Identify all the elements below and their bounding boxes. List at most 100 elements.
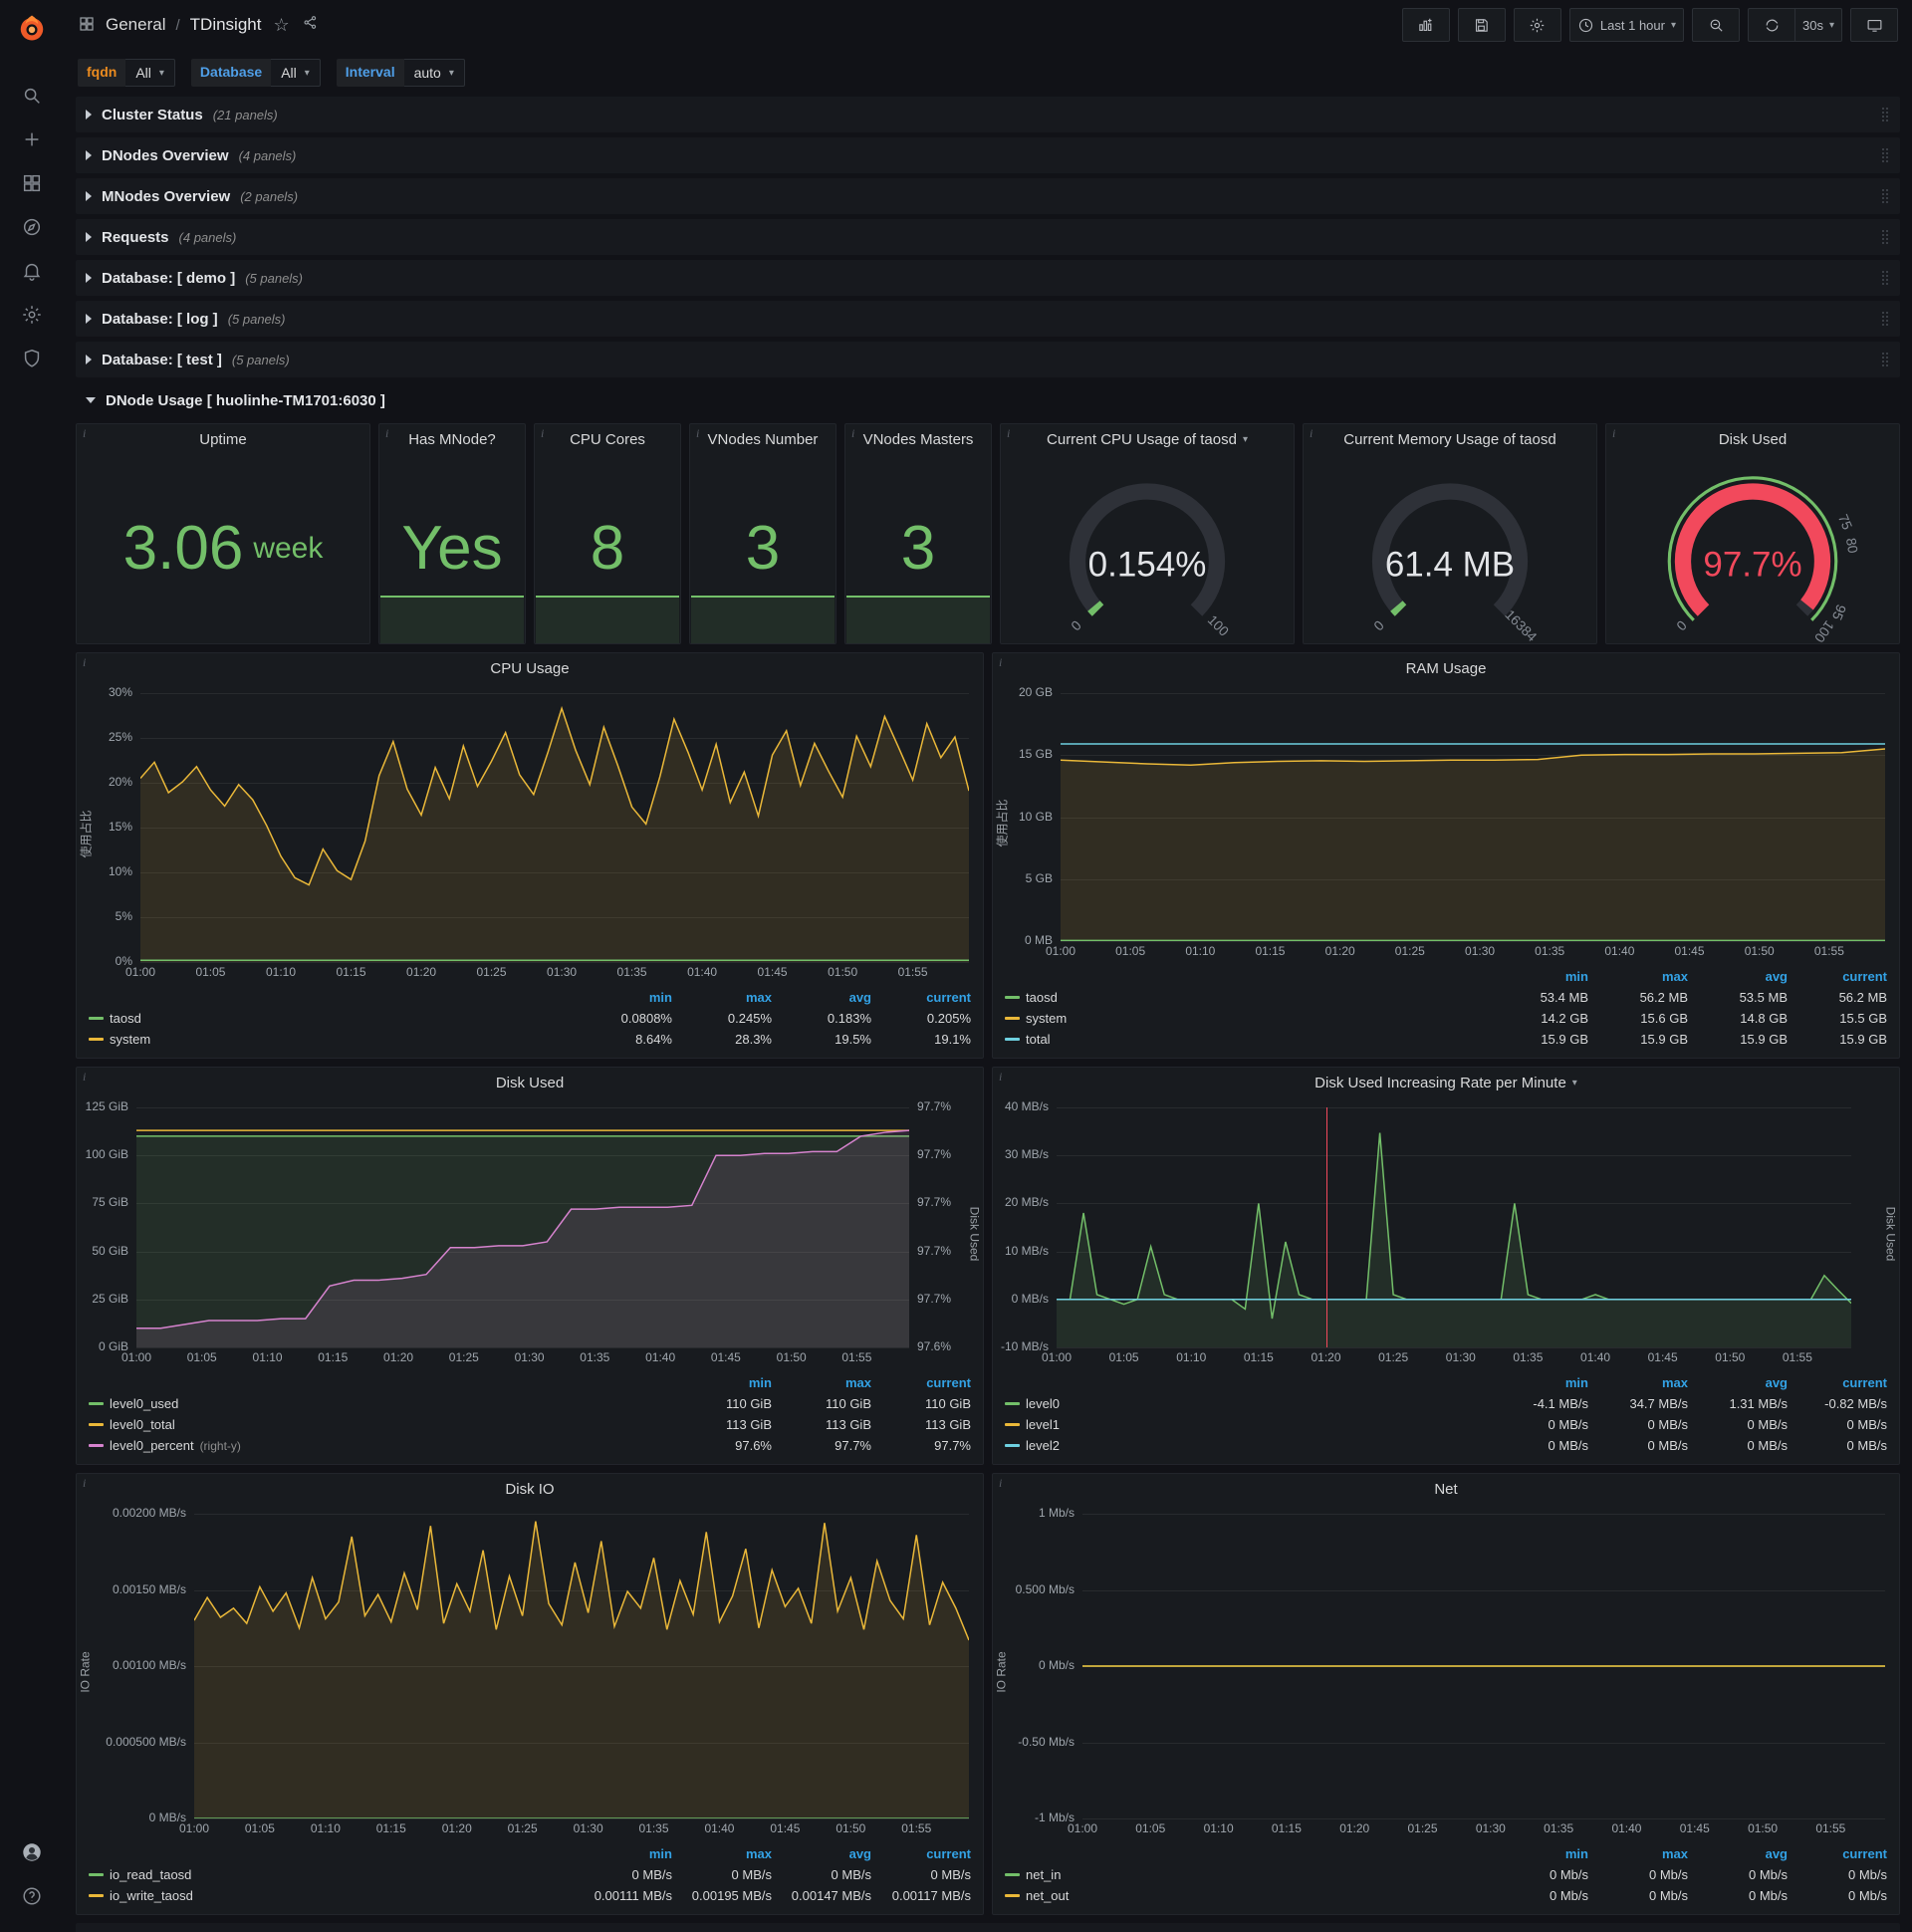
panel-title[interactable]: Uptime (199, 431, 247, 448)
refresh-interval-select[interactable]: 30s ▾ (1794, 8, 1842, 42)
legend-series-name[interactable]: taosd (110, 1011, 141, 1026)
legend-col-current[interactable]: current (871, 1846, 971, 1861)
legend-col-max[interactable]: max (672, 1846, 772, 1861)
panel-info-icon[interactable]: i (851, 426, 854, 441)
row-drag-handle[interactable] (1880, 270, 1890, 286)
legend-series-name[interactable]: io_write_taosd (110, 1888, 193, 1903)
panel-title[interactable]: Current Memory Usage of taosd (1343, 431, 1555, 448)
variable-interval-label[interactable]: Interval (336, 59, 404, 87)
panel-info-icon[interactable]: i (83, 1476, 86, 1491)
legend-series-name[interactable]: system (110, 1032, 150, 1047)
legend-series-name[interactable]: level0_used (110, 1396, 178, 1411)
panel-info-icon[interactable]: i (999, 1476, 1002, 1491)
user-avatar[interactable] (10, 1830, 54, 1874)
panel-title[interactable]: Disk IO (505, 1481, 554, 1498)
dashboards-icon[interactable] (10, 161, 54, 205)
legend-col-max[interactable]: max (672, 990, 772, 1005)
legend-series-name[interactable]: level0_percent (110, 1438, 194, 1453)
row-drag-handle[interactable] (1880, 229, 1890, 245)
zoom-out-button[interactable] (1692, 8, 1740, 42)
variable-interval-value[interactable]: auto ▾ (403, 59, 465, 87)
legend-col-avg[interactable]: avg (1688, 1375, 1788, 1390)
panel-title[interactable]: RAM Usage (1406, 660, 1487, 677)
panel-menu-caret[interactable]: ▾ (1243, 434, 1248, 445)
legend-series-name[interactable]: net_out (1026, 1888, 1069, 1903)
plot-wrap[interactable]: 0 MB 5 GB 10 GB 15 GB 20 GB 01:00 01:05 01:10 01… (1011, 683, 1899, 963)
refresh-button[interactable] (1748, 8, 1794, 42)
legend-series-name[interactable]: total (1026, 1032, 1051, 1047)
plot-wrap[interactable]: 0 MB/s 0.000500 MB/s 0.00100 MB/s 0.00150 M… (95, 1504, 983, 1840)
alerting-bell-icon[interactable] (10, 249, 54, 293)
search-icon[interactable] (10, 74, 54, 118)
row-mnodes-overview[interactable]: MNodes Overview (2 panels) (76, 178, 1900, 214)
legend-col-max[interactable]: max (1588, 1375, 1688, 1390)
panel-info-icon[interactable]: i (83, 1070, 86, 1085)
plot-wrap[interactable]: -10 MB/s 0 MB/s 10 MB/s 20 MB/s 30 MB/s 40 MB… (993, 1097, 1881, 1369)
legend-col-max[interactable]: max (1588, 1846, 1688, 1861)
legend-col-min[interactable]: min (672, 1375, 772, 1390)
row-login-history[interactable]: Login History(1 panel) (76, 1923, 1900, 1932)
plot-wrap[interactable]: -1 Mb/s -0.50 Mb/s 0 Mb/s 0.500 Mb/s 1 Mb/s 0… (1011, 1504, 1899, 1840)
variable-database-value[interactable]: All ▾ (271, 59, 321, 87)
share-icon[interactable] (302, 14, 319, 36)
plot-wrap[interactable]: 0 GiB 25 GiB 50 GiB 75 GiB 100 GiB 125 GiB 97.… (77, 1097, 965, 1369)
legend-col-min[interactable]: min (1489, 1375, 1588, 1390)
panel-info-icon[interactable]: i (999, 1070, 1002, 1085)
panel-title[interactable]: Disk Used (1719, 431, 1787, 448)
legend-col-min[interactable]: min (1489, 969, 1588, 984)
legend-col-current[interactable]: current (1788, 1375, 1887, 1390)
legend-col-current[interactable]: current (871, 990, 971, 1005)
legend-col-current[interactable]: current (1788, 1846, 1887, 1861)
panel-title[interactable]: Disk Used (496, 1075, 564, 1091)
panel-info-icon[interactable]: i (83, 426, 86, 441)
legend-series-name[interactable]: level2 (1026, 1438, 1060, 1453)
legend-col-avg[interactable]: avg (772, 990, 871, 1005)
panel-title[interactable]: Has MNode? (408, 431, 496, 448)
row-database-log[interactable]: Database: [ log ] (5 panels) (76, 301, 1900, 337)
save-dashboard-button[interactable] (1457, 8, 1506, 42)
panel-title[interactable]: Disk Used Increasing Rate per Minute (1314, 1075, 1566, 1091)
legend-series-name[interactable]: system (1026, 1011, 1067, 1026)
panel-info-icon[interactable]: i (999, 655, 1002, 670)
row-drag-handle[interactable] (1880, 188, 1890, 204)
legend-series-name[interactable]: net_in (1026, 1867, 1061, 1882)
legend-series-name[interactable]: level0_total (110, 1417, 175, 1432)
configuration-gear-icon[interactable] (10, 293, 54, 337)
panel-info-icon[interactable]: i (1612, 426, 1615, 441)
row-dnode-usage[interactable]: DNode Usage [ huolinhe-TM1701:6030 ] (76, 382, 1900, 418)
panel-title[interactable]: Current CPU Usage of taosd (1047, 431, 1237, 448)
panel-info-icon[interactable]: i (541, 426, 544, 441)
legend-col-avg[interactable]: avg (1688, 969, 1788, 984)
variable-database-label[interactable]: Database (190, 59, 272, 87)
legend-col-avg[interactable]: avg (772, 1846, 871, 1861)
variable-fqdn-label[interactable]: fqdn (78, 59, 126, 87)
time-range-picker[interactable]: Last 1 hour ▾ (1568, 8, 1684, 42)
row-database-test[interactable]: Database: [ test ] (5 panels) (76, 342, 1900, 377)
panel-info-icon[interactable]: i (1007, 426, 1010, 441)
panel-title[interactable]: CPU Usage (490, 660, 569, 677)
panel-info-icon[interactable]: i (696, 426, 699, 441)
create-plus-icon[interactable] (10, 118, 54, 161)
variable-fqdn-value[interactable]: All ▾ (125, 59, 175, 87)
star-icon[interactable]: ☆ (273, 15, 289, 36)
grafana-logo[interactable] (12, 8, 52, 48)
breadcrumb-section[interactable]: General (106, 15, 165, 35)
panel-title[interactable]: CPU Cores (570, 431, 645, 448)
panel-title[interactable]: Net (1434, 1481, 1457, 1498)
plot-wrap[interactable]: 0% 5% 10% 15% 20% 25% 30% 01:00 01:05 01:10 01:15 0… (95, 683, 983, 984)
legend-series-name[interactable]: taosd (1026, 990, 1058, 1005)
dashboard-settings-button[interactable] (1513, 8, 1561, 42)
panel-menu-caret[interactable]: ▾ (1572, 1078, 1577, 1088)
tv-mode-button[interactable] (1850, 8, 1898, 42)
legend-col-min[interactable]: min (573, 1846, 672, 1861)
panel-title[interactable]: VNodes Number (708, 431, 819, 448)
legend-series-name[interactable]: level1 (1026, 1417, 1060, 1432)
legend-series-name[interactable]: io_read_taosd (110, 1867, 191, 1882)
legend-col-max[interactable]: max (1588, 969, 1688, 984)
panel-title[interactable]: VNodes Masters (863, 431, 974, 448)
panel-info-icon[interactable]: i (1310, 426, 1313, 441)
row-cluster-status[interactable]: Cluster Status (21 panels) (76, 97, 1900, 132)
legend-col-min[interactable]: min (1489, 1846, 1588, 1861)
row-drag-handle[interactable] (1880, 107, 1890, 122)
row-dnodes-overview[interactable]: DNodes Overview (4 panels) (76, 137, 1900, 173)
